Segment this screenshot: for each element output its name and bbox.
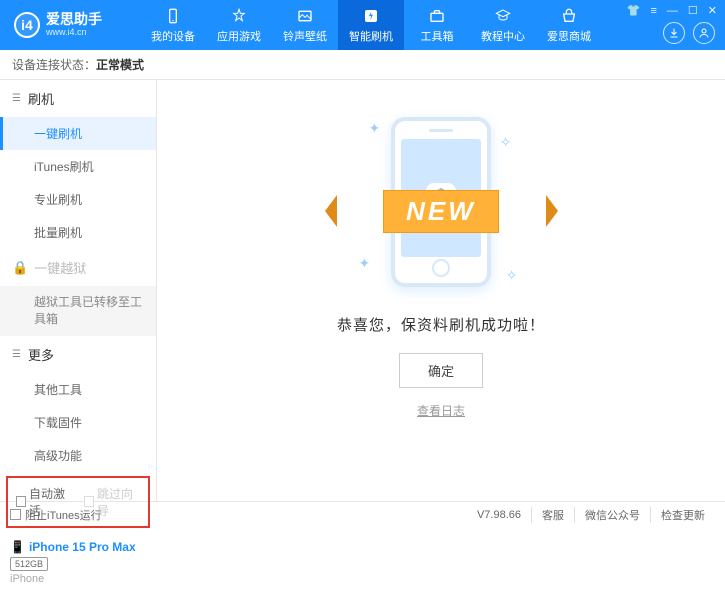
sidebar-item-advanced[interactable]: 高级功能 — [0, 439, 156, 472]
sidebar-group-more[interactable]: ☰ 更多 — [0, 336, 156, 373]
nav-label: 应用游戏 — [217, 28, 261, 44]
success-illustration: ✦ ✧ ✦ ✧ 🛡️ NEW — [329, 112, 554, 292]
status-prefix: 设备连接状态： — [12, 56, 96, 73]
logo-block: i4 爱思助手 www.i4.cn — [0, 12, 140, 38]
titlebar: i4 爱思助手 www.i4.cn 我的设备 应用游戏 铃声壁纸 智能刷机 工具… — [0, 0, 725, 50]
chevron-icon: ☰ — [12, 93, 21, 104]
nav-label: 工具箱 — [421, 28, 454, 44]
nav-my-device[interactable]: 我的设备 — [140, 0, 206, 50]
user-button[interactable] — [693, 22, 715, 44]
sidebar-item-oneclick-flash[interactable]: 一键刷机 — [0, 117, 156, 150]
nav-apps[interactable]: 应用游戏 — [206, 0, 272, 50]
device-type: iPhone — [10, 573, 146, 585]
window-controls: 👕 ≡ — ☐ ✕ — [627, 4, 717, 17]
download-button[interactable] — [663, 22, 685, 44]
new-ribbon: NEW — [383, 190, 499, 233]
sidebar-item-jailbreak-note: 越狱工具已转移至工具箱 — [0, 286, 156, 336]
sidebar-group-jailbreak: 🔒 一键越狱 — [0, 249, 156, 286]
footer-link-update[interactable]: 检查更新 — [650, 507, 715, 523]
phone-icon: 📱 — [10, 540, 25, 554]
view-log-link[interactable]: 查看日志 — [417, 402, 465, 419]
version-label: V7.98.66 — [467, 509, 531, 521]
main-content: ✦ ✧ ✦ ✧ 🛡️ NEW 恭喜您，保资料刷机成功啦！ 确定 查看日志 — [157, 80, 725, 501]
footer-link-support[interactable]: 客服 — [531, 507, 574, 523]
tutorial-icon — [494, 7, 512, 25]
checkbox-icon — [16, 496, 26, 507]
nav-label: 爱思商城 — [547, 28, 591, 44]
checkbox-auto-activate[interactable]: 自动激活 — [16, 485, 72, 519]
sidebar-group-flash[interactable]: ☰ 刷机 — [0, 80, 156, 117]
store-icon — [560, 7, 578, 25]
maximize-icon[interactable]: ☐ — [688, 4, 698, 17]
menu-icon[interactable]: ≡ — [650, 5, 656, 17]
connection-status-bar: 设备连接状态： 正常模式 — [0, 50, 725, 80]
checkbox-skip-setup: 跳过向导 — [84, 485, 140, 519]
device-storage: 512GB — [10, 557, 48, 571]
apps-icon — [230, 7, 248, 25]
sidebar-item-pro-flash[interactable]: 专业刷机 — [0, 183, 156, 216]
nav-label: 智能刷机 — [349, 28, 393, 44]
ok-button[interactable]: 确定 — [399, 353, 483, 388]
sidebar-item-batch-flash[interactable]: 批量刷机 — [0, 216, 156, 249]
nav-label: 教程中心 — [481, 28, 525, 44]
device-name: 📱 iPhone 15 Pro Max — [10, 540, 146, 554]
skin-icon[interactable]: 👕 — [627, 4, 641, 17]
close-icon[interactable]: ✕ — [708, 4, 717, 17]
top-nav: 我的设备 应用游戏 铃声壁纸 智能刷机 工具箱 教程中心 爱思商城 — [140, 0, 602, 50]
sidebar-item-itunes-flash[interactable]: iTunes刷机 — [0, 150, 156, 183]
nav-ringtones[interactable]: 铃声壁纸 — [272, 0, 338, 50]
logo-icon: i4 — [14, 12, 40, 38]
flash-icon — [362, 7, 380, 25]
nav-tutorials[interactable]: 教程中心 — [470, 0, 536, 50]
checkbox-icon — [84, 496, 94, 507]
sidebar-item-other-tools[interactable]: 其他工具 — [0, 373, 156, 406]
chevron-icon: ☰ — [12, 349, 21, 360]
app-title: 爱思助手 — [46, 12, 102, 27]
device-info[interactable]: 📱 iPhone 15 Pro Max 512GB iPhone — [0, 534, 156, 593]
sidebar-item-download-firmware[interactable]: 下载固件 — [0, 406, 156, 439]
sidebar: ☰ 刷机 一键刷机 iTunes刷机 专业刷机 批量刷机 🔒 一键越狱 越狱工具… — [0, 80, 157, 501]
lock-icon: 🔒 — [12, 260, 28, 276]
group-label: 更多 — [28, 345, 54, 364]
footer-link-wechat[interactable]: 微信公众号 — [574, 507, 650, 523]
nav-toolbox[interactable]: 工具箱 — [404, 0, 470, 50]
nav-flash[interactable]: 智能刷机 — [338, 0, 404, 50]
minimize-icon[interactable]: — — [667, 5, 678, 17]
app-url: www.i4.cn — [46, 28, 102, 38]
status-value: 正常模式 — [96, 56, 144, 73]
device-icon — [164, 7, 182, 25]
success-message: 恭喜您，保资料刷机成功啦！ — [337, 314, 545, 335]
toolbox-icon — [428, 7, 446, 25]
group-label: 一键越狱 — [34, 258, 86, 277]
group-label: 刷机 — [28, 89, 54, 108]
flash-options-box: 自动激活 跳过向导 — [6, 476, 150, 528]
image-icon — [296, 7, 314, 25]
nav-store[interactable]: 爱思商城 — [536, 0, 602, 50]
nav-label: 我的设备 — [151, 28, 195, 44]
nav-label: 铃声壁纸 — [283, 28, 327, 44]
